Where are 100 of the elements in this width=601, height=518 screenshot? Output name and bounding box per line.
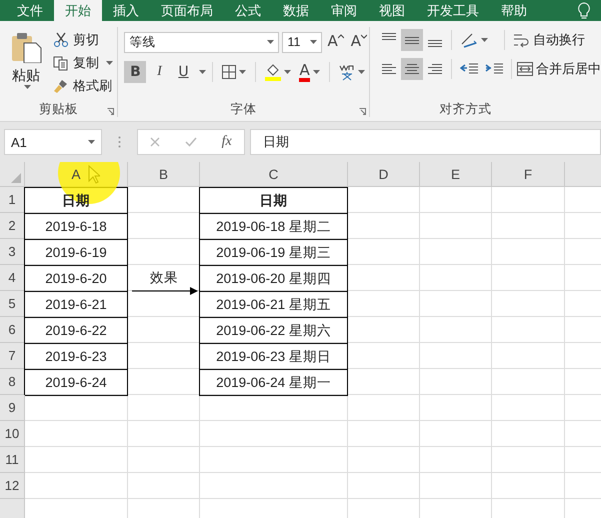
row-header[interactable]: 10 — [0, 421, 25, 447]
align-center-icon — [405, 62, 419, 76]
group-label: 剪贴板 — [39, 100, 78, 118]
column-header[interactable]: B — [128, 162, 200, 187]
row-header[interactable]: 1 — [0, 187, 25, 213]
dropdown-caret-icon — [239, 70, 246, 74]
table-cell: 2019-06-21 星期五 — [199, 291, 348, 318]
painter-button[interactable]: 格式刷 — [50, 75, 116, 97]
triangle-icon — [11, 173, 21, 183]
annotation-text: 效果 — [149, 269, 179, 287]
group-label: 对齐方式 — [440, 100, 492, 118]
dialog-launcher-icon — [359, 108, 366, 115]
ribbon-tab[interactable]: 页面布局 — [150, 0, 224, 21]
close-icon — [150, 137, 160, 147]
row-header[interactable]: 2 — [0, 213, 25, 239]
table-cell: 2019-06-22 星期六 — [199, 317, 348, 344]
group-label: 字体 — [230, 100, 257, 118]
ribbon-tab[interactable]: 公式 — [224, 0, 272, 21]
row-header[interactable]: 3 — [0, 239, 25, 265]
phonetic-guide-icon — [338, 63, 355, 81]
table-cell: 2019-6-19 — [24, 239, 128, 266]
ribbon-tab[interactable]: 数据 — [272, 0, 320, 21]
copy-button[interactable]: 复制 — [50, 52, 116, 74]
merge-center-button[interactable]: 合并后居中 — [517, 58, 601, 80]
insert-function-button[interactable]: fx — [222, 134, 232, 150]
bold-button[interactable]: B — [124, 61, 146, 83]
align-middle-button[interactable] — [401, 29, 423, 51]
font-name-field[interactable]: 等线 — [124, 32, 280, 52]
merge-cells-icon — [517, 61, 533, 77]
paste-button[interactable]: 粘贴 — [8, 27, 44, 91]
ribbon-tab[interactable]: 帮助 — [490, 0, 538, 21]
scissors-icon — [53, 32, 69, 48]
table-cell: 2019-6-18 — [24, 213, 128, 240]
column-header[interactable]: E — [420, 162, 492, 187]
indent-icon — [485, 63, 503, 75]
table-cell: 2019-6-21 — [24, 291, 128, 318]
grow-font-button[interactable]: A — [325, 31, 346, 53]
table-cell: 2019-06-24 星期一 — [199, 369, 348, 396]
table-cell: 2019-6-24 — [24, 369, 128, 396]
ribbon-tab[interactable]: 开始 — [54, 0, 102, 21]
underline-button[interactable]: U — [172, 61, 194, 83]
formula-input[interactable]: 日期 — [250, 129, 601, 155]
indent-icon — [460, 63, 478, 75]
font-color-button[interactable]: A — [296, 61, 323, 83]
dropdown-caret-icon — [312, 70, 320, 74]
copy-icon — [53, 55, 69, 71]
shrink-font-button[interactable]: A — [348, 31, 369, 53]
table-cell: 2019-6-22 — [24, 317, 128, 344]
grid-icon — [222, 65, 236, 79]
row-header[interactable]: 8 — [0, 369, 25, 395]
ribbon-tab[interactable]: 视图 — [368, 0, 416, 21]
table-cell: 2019-06-20 星期四 — [199, 265, 348, 292]
wrap-text-button[interactable]: 自动换行 — [510, 29, 588, 51]
dropdown-caret-icon — [199, 70, 206, 74]
table-cell: 2019-06-23 星期日 — [199, 343, 348, 370]
wrap-text-icon — [513, 32, 529, 48]
row-header[interactable]: 12 — [0, 473, 25, 499]
dropdown-caret-icon — [106, 61, 113, 65]
paintbrush-icon — [53, 78, 69, 94]
row-header[interactable]: 9 — [0, 395, 25, 421]
align-top-icon — [382, 33, 396, 40]
dropdown-caret-icon — [310, 40, 318, 44]
table-cell: 2019-6-23 — [24, 343, 128, 370]
dropdown-caret-icon — [88, 140, 95, 144]
column-header[interactable]: C — [200, 162, 348, 187]
ribbon-tab[interactable]: 插入 — [102, 0, 150, 21]
dialog-launcher-icon — [107, 108, 114, 115]
more-options-icon — [118, 136, 121, 148]
name-box[interactable]: A1 — [4, 129, 102, 155]
ribbon-tab[interactable]: 审阅 — [320, 0, 368, 21]
angled-text-icon — [460, 32, 478, 48]
clipboard-icon — [10, 31, 42, 63]
ribbon-tab[interactable]: 文件 — [6, 0, 54, 21]
table-cell: 2019-06-18 星期二 — [199, 213, 348, 240]
row-header[interactable]: 5 — [0, 291, 25, 317]
align-middle-icon — [405, 36, 419, 44]
header-cell: 日期 — [199, 187, 348, 214]
dropdown-caret-icon — [481, 38, 488, 42]
align-center-button[interactable] — [401, 58, 423, 80]
checkmark-icon — [184, 137, 197, 147]
dropdown-caret-icon — [24, 85, 31, 89]
row-header[interactable]: 11 — [0, 447, 25, 473]
row-header[interactable]: 6 — [0, 317, 25, 343]
table-cell: 2019-06-19 星期三 — [199, 239, 348, 266]
align-bottom-icon — [428, 40, 442, 47]
font-size-field[interactable]: 11 — [282, 32, 322, 52]
align-right-icon — [428, 62, 442, 76]
cut-button[interactable]: 剪切 — [50, 29, 116, 51]
arrow-icon — [132, 287, 198, 295]
row-header[interactable]: 7 — [0, 343, 25, 369]
row-header[interactable]: 4 — [0, 265, 25, 291]
ribbon-tab[interactable]: 开发工具 — [416, 0, 490, 21]
italic-button[interactable]: I — [148, 61, 170, 83]
table-cell: 2019-6-20 — [24, 265, 128, 292]
dropdown-caret-icon — [267, 40, 274, 44]
dropdown-caret-icon — [284, 70, 292, 74]
column-header[interactable]: D — [348, 162, 420, 187]
align-left-icon — [382, 62, 396, 76]
dropdown-caret-icon — [358, 70, 365, 74]
column-header[interactable]: F — [492, 162, 565, 187]
